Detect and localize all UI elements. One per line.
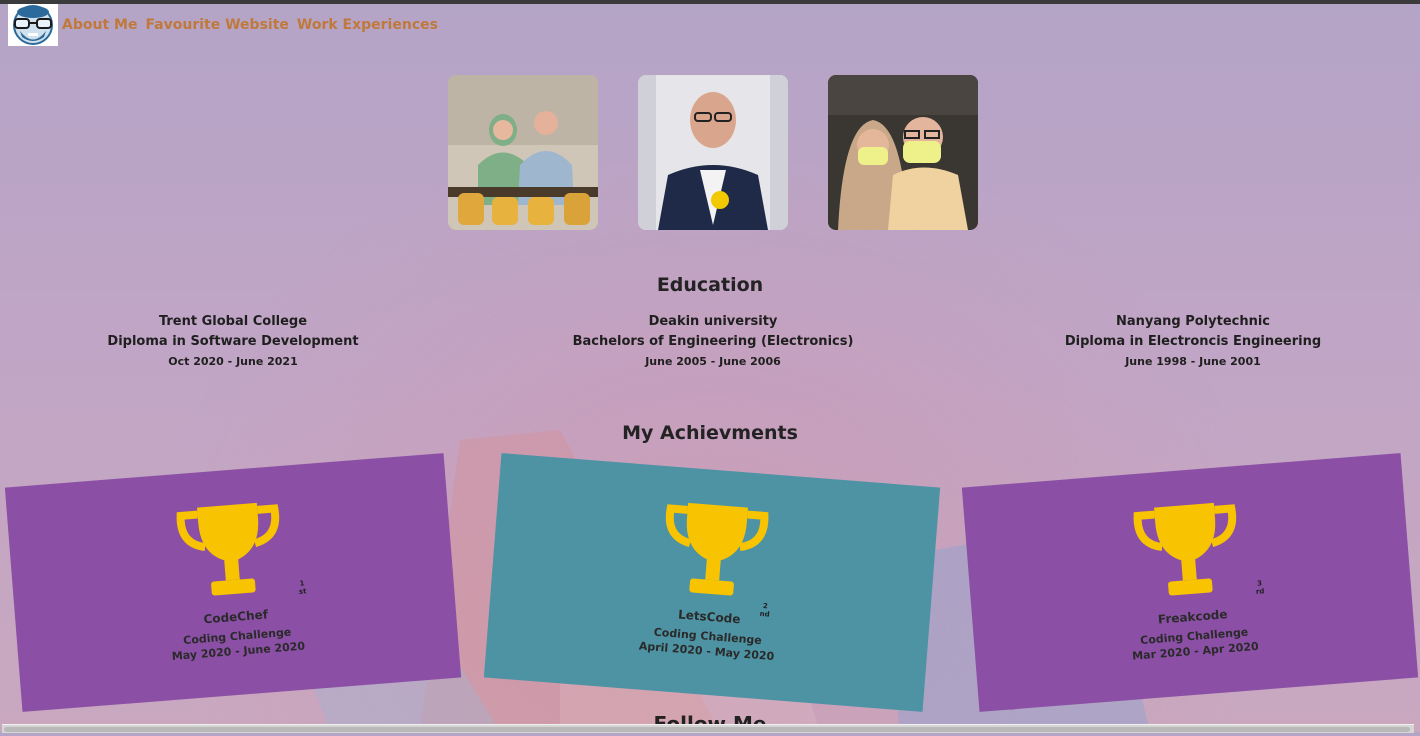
achievement-name: CodeChef xyxy=(203,607,269,627)
education-item: Nanyang Polytechnic Diploma in Electronc… xyxy=(1023,312,1363,372)
trophy-icon: 3 rd xyxy=(1129,496,1265,608)
achievement-card[interactable]: 2 nd LetsCode Coding Challenge April 202… xyxy=(483,453,941,712)
education-degree: Bachelors of Engineering (Electronics) xyxy=(572,334,854,349)
photo-gallery xyxy=(448,75,978,230)
achievement-card[interactable]: 3 rd Freakcode Coding Challenge Mar 2020… xyxy=(961,453,1419,712)
education-item: Trent Global College Diploma in Software… xyxy=(63,312,403,372)
education-degree: Diploma in Electroncis Engineering xyxy=(1064,334,1322,349)
achievement-card[interactable]: 1 st CodeChef Coding Challenge May 2020 … xyxy=(4,453,462,712)
education-dates: June 2005 - June 2006 xyxy=(645,355,781,368)
achievement-name: LetsCode xyxy=(677,607,741,627)
trophy-icon: 2 nd xyxy=(655,496,773,619)
education-title: Education xyxy=(656,274,764,296)
logo-avatar-icon[interactable] xyxy=(8,4,58,46)
nav-link-about-me[interactable]: About Me xyxy=(62,17,137,33)
rank-label: 1 st xyxy=(298,579,307,596)
education-item: Deakin university Bachelors of Engineeri… xyxy=(543,312,883,372)
education-school: Trent Global College xyxy=(158,314,308,329)
achievement-name: Freakcode xyxy=(1157,607,1228,627)
top-navbar: About Me Favourite Website Work Experien… xyxy=(8,4,446,46)
education-school: Deakin university xyxy=(648,314,778,329)
education-dates: Oct 2020 - June 2021 xyxy=(168,355,298,368)
education-dates: June 1998 - June 2001 xyxy=(1125,355,1261,368)
photo-couple-masks[interactable] xyxy=(828,75,978,230)
photo-portrait-suit[interactable] xyxy=(638,75,788,230)
education-school: Nanyang Polytechnic xyxy=(1115,314,1271,329)
education-degree: Diploma in Software Development xyxy=(107,334,359,349)
rank-label: 2 nd xyxy=(759,602,770,619)
scrollbar-thumb[interactable] xyxy=(4,727,1410,732)
achievements-title: My Achievments xyxy=(622,422,798,444)
trophy-icon: 1 st xyxy=(172,496,307,608)
nav-link-favourite-website[interactable]: Favourite Website xyxy=(145,17,288,33)
nav-link-work-experiences[interactable]: Work Experiences xyxy=(297,17,438,33)
rank-label: 3 rd xyxy=(1255,579,1265,596)
photo-couple-table[interactable] xyxy=(448,75,598,230)
